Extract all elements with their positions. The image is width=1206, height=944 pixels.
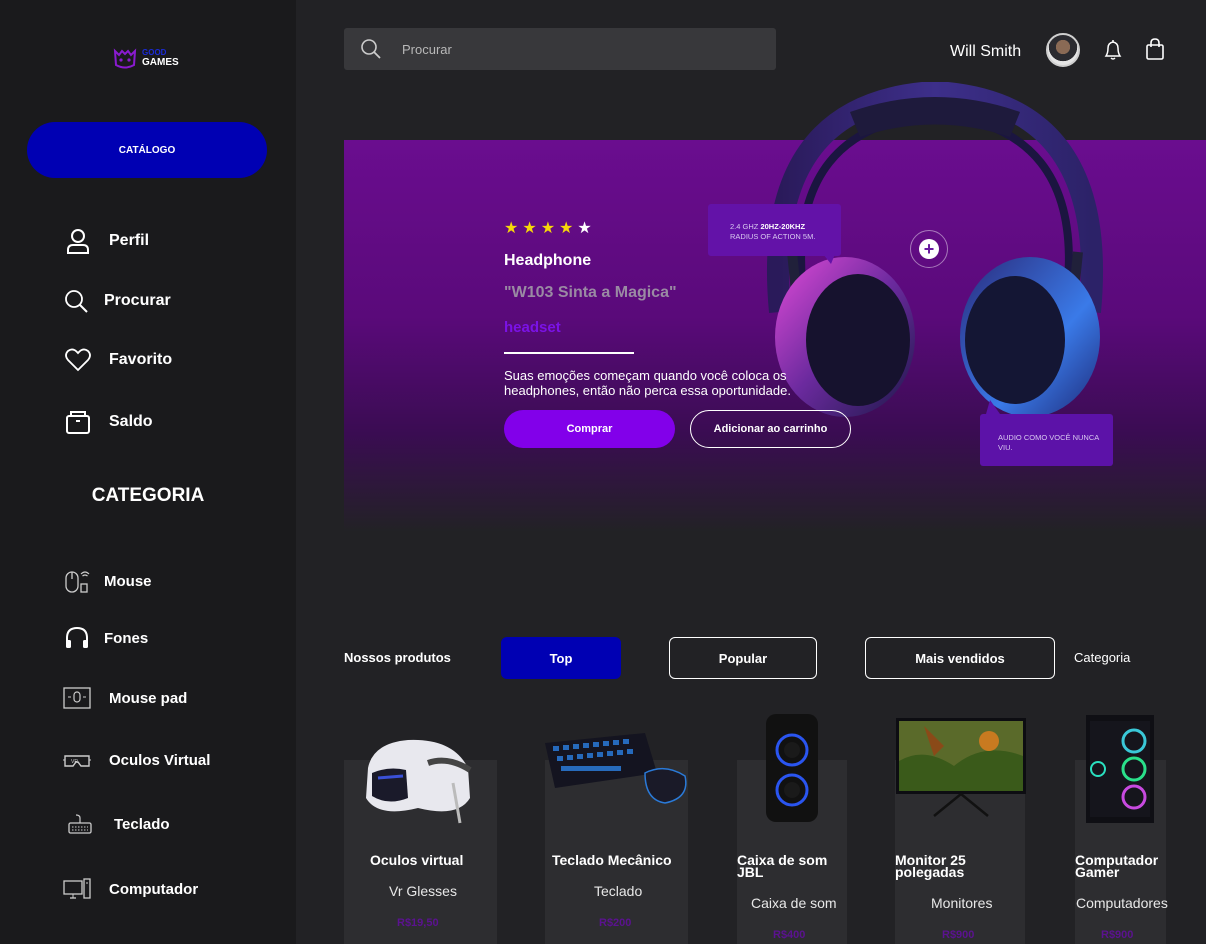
wallet-icon xyxy=(66,411,90,434)
spec-tooltip-line2: RADIUS OF ACTION 5M. xyxy=(730,232,816,241)
products-section-label: Nossos produtos xyxy=(344,650,451,665)
product-category: Computadores xyxy=(1076,895,1168,911)
category-label-mouse: Mouse xyxy=(104,572,152,590)
spec-tooltip-prefix: 2.4 GHZ xyxy=(730,222,761,231)
user-name[interactable]: Will Smith xyxy=(950,43,1021,61)
logo[interactable]: GOOD GAMES xyxy=(112,45,179,71)
nav-item-procurar[interactable]: Procurar xyxy=(62,287,171,315)
category-label-oculos-virtual: Oculos Virtual xyxy=(109,751,211,769)
hero-description: Suas emoções começam quando você coloca … xyxy=(504,368,791,398)
logo-mark-icon xyxy=(113,48,137,69)
star-icon: ★ xyxy=(504,220,519,237)
nav-label-favorito: Favorito xyxy=(109,351,173,368)
rating-stars: ★ ★ ★ ★ ★ xyxy=(504,221,592,237)
vr-headset-image xyxy=(366,739,472,824)
spec-tooltip-frequency: 20HZ-20KHZ xyxy=(760,222,806,231)
add-to-cart-button[interactable]: Adicionar ao carrinho xyxy=(690,410,851,448)
add-hotspot-button[interactable]: + xyxy=(910,230,948,268)
hero-subtitle: "W103 Sinta a Magica" xyxy=(504,284,677,301)
category-item-computador[interactable]: Computador xyxy=(62,874,198,904)
hero-tag: headset xyxy=(504,319,561,336)
product-category: Monitores xyxy=(931,895,993,911)
keyboard-icon xyxy=(68,814,92,834)
product-price: R$900 xyxy=(1101,929,1134,941)
headphones-icon xyxy=(66,626,88,648)
nav-item-favorito[interactable]: Favorito xyxy=(64,346,172,374)
tab-popular[interactable]: Popular xyxy=(669,637,817,679)
computer-icon xyxy=(63,878,91,899)
search-icon xyxy=(65,290,88,313)
star-icon: ★ xyxy=(577,220,592,237)
monitor-image xyxy=(896,718,1026,817)
logo-line2: GAMES xyxy=(142,57,179,68)
tab-mais-vendidos[interactable]: Mais vendidos xyxy=(865,637,1055,679)
product-name: Computador Gamer xyxy=(1075,852,1159,880)
vr-headset-icon: VR xyxy=(63,755,91,767)
category-label-teclado: Teclado xyxy=(114,815,170,833)
heart-icon xyxy=(65,348,91,372)
user-icon xyxy=(67,229,89,254)
search-icon[interactable] xyxy=(360,38,382,60)
product-price: R$900 xyxy=(942,929,975,941)
search-input[interactable] xyxy=(402,41,742,57)
svg-text:VR: VR xyxy=(71,759,78,765)
category-item-oculos-virtual[interactable]: VR Oculos Virtual xyxy=(62,745,210,775)
search-bar[interactable] xyxy=(344,28,776,70)
category-item-mousepad[interactable]: Mouse pad xyxy=(62,683,187,713)
category-item-fones[interactable]: Fones xyxy=(62,623,148,653)
product-price: R$19,50 xyxy=(397,917,439,929)
category-filter[interactable]: Categoria xyxy=(1074,650,1130,665)
nav-label-perfil: Perfil xyxy=(109,232,150,249)
catalog-button[interactable]: CATÁLOGO xyxy=(27,122,267,178)
product-name: Monitor 25 polegadas xyxy=(895,852,966,880)
buy-button[interactable]: Comprar xyxy=(504,410,675,448)
nav-label-saldo: Saldo xyxy=(109,413,153,430)
nav-label-procurar: Procurar xyxy=(104,292,171,309)
sidebar: GOOD GAMES CATÁLOGO Perfil Procurar Favo… xyxy=(0,0,296,944)
speaker-image xyxy=(766,714,818,822)
plus-icon: + xyxy=(919,239,939,259)
product-name: Oculos virtual xyxy=(370,852,464,868)
product-category: Caixa de som xyxy=(751,895,837,911)
hero-title: Headphone xyxy=(504,252,592,269)
mousepad-icon xyxy=(63,687,91,709)
category-item-mouse[interactable]: Mouse xyxy=(62,566,152,596)
product-category: Vr Glesses xyxy=(389,883,457,899)
avatar[interactable] xyxy=(1046,33,1080,67)
computer-case-image xyxy=(1086,715,1154,823)
audio-tooltip-text: AUDIO COMO VOCÊ NUNCA VIU. xyxy=(998,433,1099,452)
bell-icon[interactable] xyxy=(1102,38,1124,62)
product-price: R$400 xyxy=(773,929,806,941)
star-icon: ★ xyxy=(540,220,556,237)
mouse-icon xyxy=(65,571,90,593)
product-category: Teclado xyxy=(594,883,643,899)
product-name: Teclado Mecânico xyxy=(552,852,672,868)
spec-tooltip: 2.4 GHZ 20HZ-20KHZ RADIUS OF ACTION 5M. xyxy=(708,204,841,264)
product-price: R$200 xyxy=(599,917,632,929)
category-title: CATEGORIA xyxy=(91,485,205,506)
category-label-mousepad: Mouse pad xyxy=(109,689,188,707)
nav-item-perfil[interactable]: Perfil xyxy=(64,227,149,255)
product-name: Caixa de som JBL xyxy=(737,852,828,880)
nav-item-saldo[interactable]: Saldo xyxy=(64,408,153,436)
category-label-fones: Fones xyxy=(104,629,149,647)
audio-tooltip: AUDIO COMO VOCÊ NUNCA VIU. xyxy=(980,400,1113,466)
category-label-computador: Computador xyxy=(109,880,199,898)
hero-divider xyxy=(504,352,634,354)
category-item-teclado[interactable]: Teclado xyxy=(66,809,170,839)
star-icon: ★ xyxy=(559,220,574,237)
star-icon: ★ xyxy=(522,220,537,237)
keyboard-image xyxy=(545,733,687,804)
shopping-bag-icon[interactable] xyxy=(1144,37,1166,61)
tab-top[interactable]: Top xyxy=(501,637,621,679)
